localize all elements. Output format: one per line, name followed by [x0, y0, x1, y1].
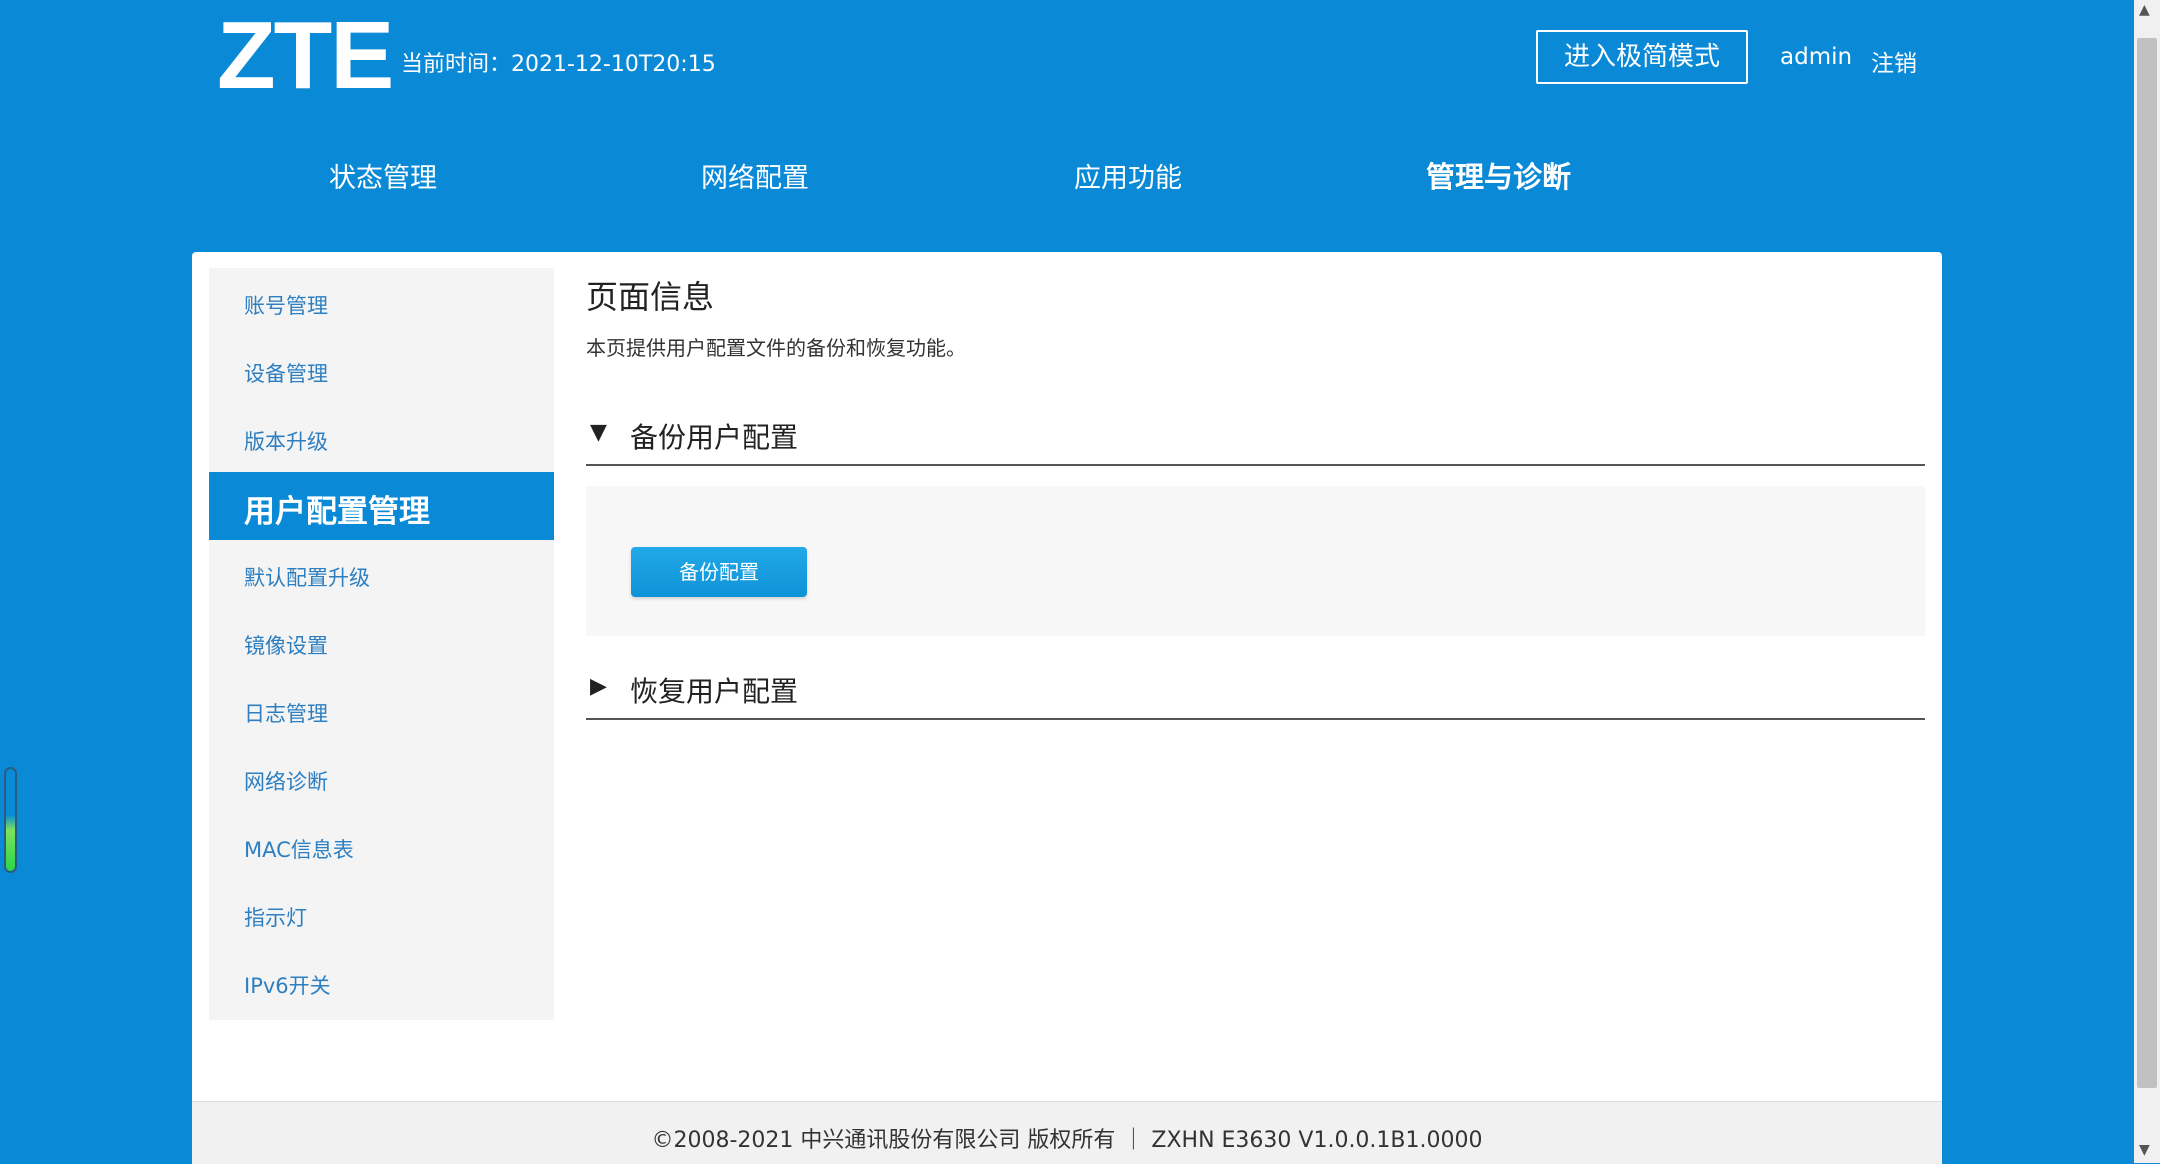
backup-section-header[interactable]: ▼ 备份用户配置 — [586, 412, 1925, 466]
sidebar-item-user-config[interactable]: 用户配置管理 — [209, 472, 554, 540]
vertical-scrollbar[interactable]: ▲ ▼ — [2134, 0, 2160, 1163]
sidebar-item-account[interactable]: 账号管理 — [209, 268, 554, 336]
nav-network-config[interactable]: 网络配置 — [701, 156, 809, 195]
sidebar-item-mirror[interactable]: 镜像设置 — [209, 608, 554, 676]
nav-applications[interactable]: 应用功能 — [1074, 156, 1182, 195]
current-time: 当前时间：2021-12-10T20:15 — [401, 52, 716, 77]
triangle-down-icon[interactable]: ▼ — [2139, 1142, 2150, 1158]
sidebar-item-label: 指示灯 — [244, 906, 307, 930]
backup-section-body: 备份配置 — [586, 486, 1925, 636]
sidebar-item-mac-table[interactable]: MAC信息表 — [209, 812, 554, 880]
triangle-down-icon: ▼ — [590, 420, 607, 445]
page-title: 页面信息 — [586, 278, 715, 316]
sidebar-item-label: 默认配置升级 — [244, 566, 370, 590]
sidebar-item-label: 用户配置管理 — [244, 494, 430, 530]
footer: ©2008-2021 中兴通讯股份有限公司 版权所有 ｜ ZXHN E3630 … — [192, 1101, 1942, 1164]
sidebar-item-label: 版本升级 — [244, 430, 328, 454]
logout-link[interactable]: 注销 — [1871, 44, 1917, 78]
sidebar-item-led[interactable]: 指示灯 — [209, 880, 554, 948]
sidebar-item-label: 账号管理 — [244, 294, 328, 318]
restore-section-header[interactable]: ▶ 恢复用户配置 — [586, 666, 1925, 720]
nav-management-diagnostics[interactable]: 管理与诊断 — [1426, 154, 1571, 196]
sidebar-item-upgrade[interactable]: 版本升级 — [209, 404, 554, 472]
main-panel: 账号管理 设备管理 版本升级 用户配置管理 默认配置升级 镜像设置 日志管理 网… — [192, 252, 1942, 1164]
sidebar-item-label: MAC信息表 — [244, 838, 354, 862]
backup-config-button[interactable]: 备份配置 — [631, 547, 807, 597]
username: admin — [1780, 44, 1853, 70]
sidebar-item-label: 日志管理 — [244, 702, 328, 726]
side-widget-handle[interactable] — [4, 767, 17, 873]
simple-mode-button[interactable]: 进入极简模式 — [1536, 30, 1748, 84]
sidebar-item-device[interactable]: 设备管理 — [209, 336, 554, 404]
backup-section-title: 备份用户配置 — [630, 421, 799, 454]
nav-status-management[interactable]: 状态管理 — [329, 156, 437, 195]
sidebar-item-label: 设备管理 — [244, 362, 328, 386]
page-description: 本页提供用户配置文件的备份和恢复功能。 — [586, 336, 966, 360]
sidebar-item-label: 镜像设置 — [244, 634, 328, 658]
sidebar: 账号管理 设备管理 版本升级 用户配置管理 默认配置升级 镜像设置 日志管理 网… — [209, 268, 554, 1020]
copyright-text: ©2008-2021 中兴通讯股份有限公司 版权所有 ｜ ZXHN E3630 … — [651, 1128, 1483, 1153]
sidebar-item-network-diagnosis[interactable]: 网络诊断 — [209, 744, 554, 812]
zte-logo: ZTE — [217, 2, 394, 109]
sidebar-item-label: IPv6开关 — [244, 974, 331, 998]
sidebar-item-ipv6[interactable]: IPv6开关 — [209, 948, 554, 1016]
sidebar-item-log[interactable]: 日志管理 — [209, 676, 554, 744]
sidebar-item-label: 网络诊断 — [244, 770, 328, 794]
scrollbar-thumb[interactable] — [2137, 38, 2157, 1088]
restore-section-title: 恢复用户配置 — [630, 675, 799, 708]
sidebar-item-default-config-upgrade[interactable]: 默认配置升级 — [209, 540, 554, 608]
triangle-up-icon[interactable]: ▲ — [2139, 2, 2150, 18]
triangle-right-icon: ▶ — [590, 674, 607, 699]
